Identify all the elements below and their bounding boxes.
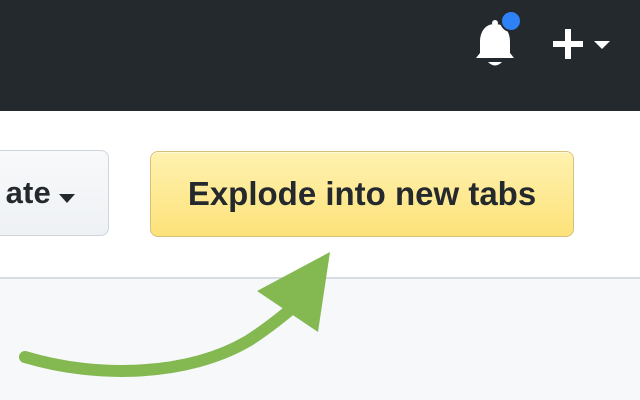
caret-down-icon [59, 194, 75, 203]
content-divider [0, 277, 640, 279]
partial-dropdown-button[interactable]: ate [0, 150, 109, 236]
partial-dropdown-label: ate [5, 175, 51, 210]
header-bar [0, 0, 640, 111]
explode-into-new-tabs-button[interactable]: Explode into new tabs [150, 151, 574, 237]
plus-icon [553, 29, 610, 59]
notification-dot [500, 10, 522, 32]
screenshot-page: ate Explode into new tabs [0, 0, 640, 400]
notifications-button[interactable] [470, 10, 522, 68]
create-menu-button[interactable] [550, 26, 620, 64]
caret-down-icon [594, 41, 610, 49]
